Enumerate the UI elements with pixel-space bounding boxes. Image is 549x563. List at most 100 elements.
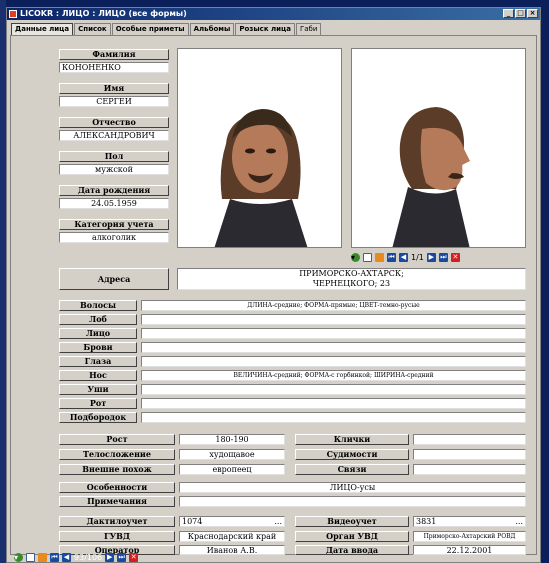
face-label: Лицо — [59, 328, 137, 339]
last-record-icon[interactable]: ⏭ — [438, 253, 448, 262]
previous-record-icon[interactable]: ◀ — [62, 553, 71, 562]
next-record-icon[interactable]: ▶ — [105, 553, 115, 562]
gear-icon[interactable] — [38, 553, 47, 562]
convictions-field[interactable] — [413, 449, 526, 460]
tab-albums[interactable]: Альбомы — [189, 23, 235, 35]
guvd-label: ГУВД — [59, 531, 175, 542]
title-bar: LICOKR : ЛИЦО : ЛИЦО (все формы) _ □ × — [7, 8, 540, 20]
video-value: 3831 — [416, 517, 437, 526]
front-photo — [177, 48, 342, 248]
main-window: LICOKR : ЛИЦО : ЛИЦО (все формы) _ □ × Д… — [6, 7, 541, 563]
name-label: Имя — [59, 83, 169, 94]
previous-record-icon[interactable]: ◀ — [399, 253, 408, 262]
tab-person-data[interactable]: Данные лица — [11, 23, 74, 35]
notes-label: Примечания — [59, 496, 175, 507]
ears-field[interactable] — [141, 384, 526, 395]
photo-toolbar: ▾ ⏮ ◀ 1/1 ▶ ⏭ ✕ — [351, 252, 460, 263]
video-more-button[interactable]: ... — [515, 517, 523, 526]
convictions-label: Судимости — [295, 449, 409, 460]
eyes-field[interactable] — [141, 356, 526, 367]
window-title: LICOKR : ЛИЦО : ЛИЦО (все формы) — [20, 9, 187, 18]
organ-field[interactable]: Приморско-Ахтарский РОВД — [413, 531, 526, 542]
close-button[interactable]: × — [527, 9, 538, 18]
brows-label: Брови — [59, 342, 137, 353]
links-field[interactable] — [413, 464, 526, 475]
nose-label: Нос — [59, 370, 137, 381]
forehead-label: Лоб — [59, 314, 137, 325]
links-label: Связи — [295, 464, 409, 475]
document-icon[interactable] — [26, 553, 35, 562]
mouth-label: Рот — [59, 398, 137, 409]
height-label: Рост — [59, 434, 175, 445]
patronymic-label: Отчество — [59, 117, 169, 128]
person-form: Фамилия КОНОНЕНКО Имя СЕРГЕЙ Отчество АЛ… — [10, 35, 537, 555]
video-field[interactable]: 3831 ... — [413, 516, 526, 527]
ears-label: Уши — [59, 384, 137, 395]
record-navigator: ▾ ⏮ ◀ 93/106 ▶ ⏭ ✕ — [6, 552, 541, 563]
surname-field[interactable]: КОНОНЕНКО — [59, 62, 169, 73]
address-field[interactable]: ПРИМОРСКО-АХТАРСК; ЧЕРНЕЦКОГО; 23 — [177, 268, 526, 290]
height-field[interactable]: 180-190 — [179, 434, 285, 445]
fingerprint-field[interactable]: 1074 ... — [179, 516, 285, 527]
special-field[interactable]: ЛИЦО-усы — [179, 482, 526, 493]
organ-label: Орган УВД — [295, 531, 409, 542]
face-field[interactable] — [141, 328, 526, 339]
nicknames-label: Клички — [295, 434, 409, 445]
address-line-1: ПРИМОРСКО-АХТАРСК; — [299, 269, 404, 278]
dob-label: Дата рождения — [59, 185, 169, 196]
mouth-field[interactable] — [141, 398, 526, 409]
record-counter: 93/106 — [74, 553, 103, 562]
forehead-field[interactable] — [141, 314, 526, 325]
sex-field[interactable]: мужской — [59, 164, 169, 175]
photo-counter: 1/1 — [411, 253, 424, 262]
first-record-icon[interactable]: ⏮ — [50, 553, 59, 562]
maximize-button[interactable]: □ — [515, 9, 526, 18]
dob-field[interactable]: 24.05.1959 — [59, 198, 169, 209]
hair-label: Волосы — [59, 300, 137, 311]
address-line-2: ЧЕРНЕЦКОГО; 23 — [312, 279, 391, 288]
last-record-icon[interactable]: ⏭ — [117, 553, 127, 562]
front-face-image — [178, 49, 341, 247]
profile-photo — [351, 48, 526, 248]
special-label: Особенности — [59, 482, 175, 493]
eyes-label: Глаза — [59, 356, 137, 367]
look-field[interactable]: европеец — [179, 464, 285, 475]
record-toolbar: ▾ ⏮ ◀ 93/106 ▶ ⏭ ✕ — [14, 552, 139, 563]
build-label: Телосложение — [59, 449, 175, 460]
app-icon — [9, 10, 17, 18]
chin-field[interactable] — [141, 412, 526, 423]
profile-face-image — [352, 49, 525, 247]
tab-wanted[interactable]: Розыск лица — [235, 23, 295, 35]
nose-field[interactable]: ВЕЛИЧИНА-средний; ФОРМА-с горбинкой; ШИР… — [141, 370, 526, 381]
tab-gabi[interactable]: Габи — [295, 23, 322, 35]
fingerprint-value: 1074 — [182, 517, 203, 526]
name-field[interactable]: СЕРГЕЙ — [59, 96, 169, 107]
document-icon[interactable] — [363, 253, 372, 262]
fingerprint-label: Дактилоучет — [59, 516, 175, 527]
nicknames-field[interactable] — [413, 434, 526, 445]
fingerprint-more-button[interactable]: ... — [274, 517, 282, 526]
dropdown-arrow-icon[interactable]: ▾ — [351, 253, 355, 262]
surname-label: Фамилия — [59, 49, 169, 60]
first-record-icon[interactable]: ⏮ — [387, 253, 396, 262]
next-record-icon[interactable]: ▶ — [426, 253, 436, 262]
chin-label: Подбородок — [59, 412, 137, 423]
minimize-button[interactable]: _ — [503, 9, 514, 18]
category-label: Категория учета — [59, 219, 169, 230]
sex-label: Пол — [59, 151, 169, 162]
brows-field[interactable] — [141, 342, 526, 353]
delete-icon[interactable]: ✕ — [450, 253, 460, 262]
gear-icon[interactable] — [375, 253, 384, 262]
address-label: Адреса — [59, 268, 169, 290]
category-field[interactable]: алкоголик — [59, 232, 169, 243]
hair-field[interactable]: ДЛИНА-средние; ФОРМА-прямые; ЦВЕТ-темно-… — [141, 300, 526, 311]
tab-list[interactable]: Список — [74, 23, 111, 35]
look-label: Внешне похож — [59, 464, 175, 475]
build-field[interactable]: худощавое — [179, 449, 285, 460]
dropdown-arrow-icon[interactable]: ▾ — [14, 553, 18, 562]
tab-special-marks[interactable]: Особые приметы — [111, 23, 189, 35]
patronymic-field[interactable]: АЛЕКСАНДРОВИЧ — [59, 130, 169, 141]
delete-icon[interactable]: ✕ — [129, 553, 139, 562]
guvd-field[interactable]: Краснодарский край — [179, 531, 285, 542]
notes-field[interactable] — [179, 496, 526, 507]
